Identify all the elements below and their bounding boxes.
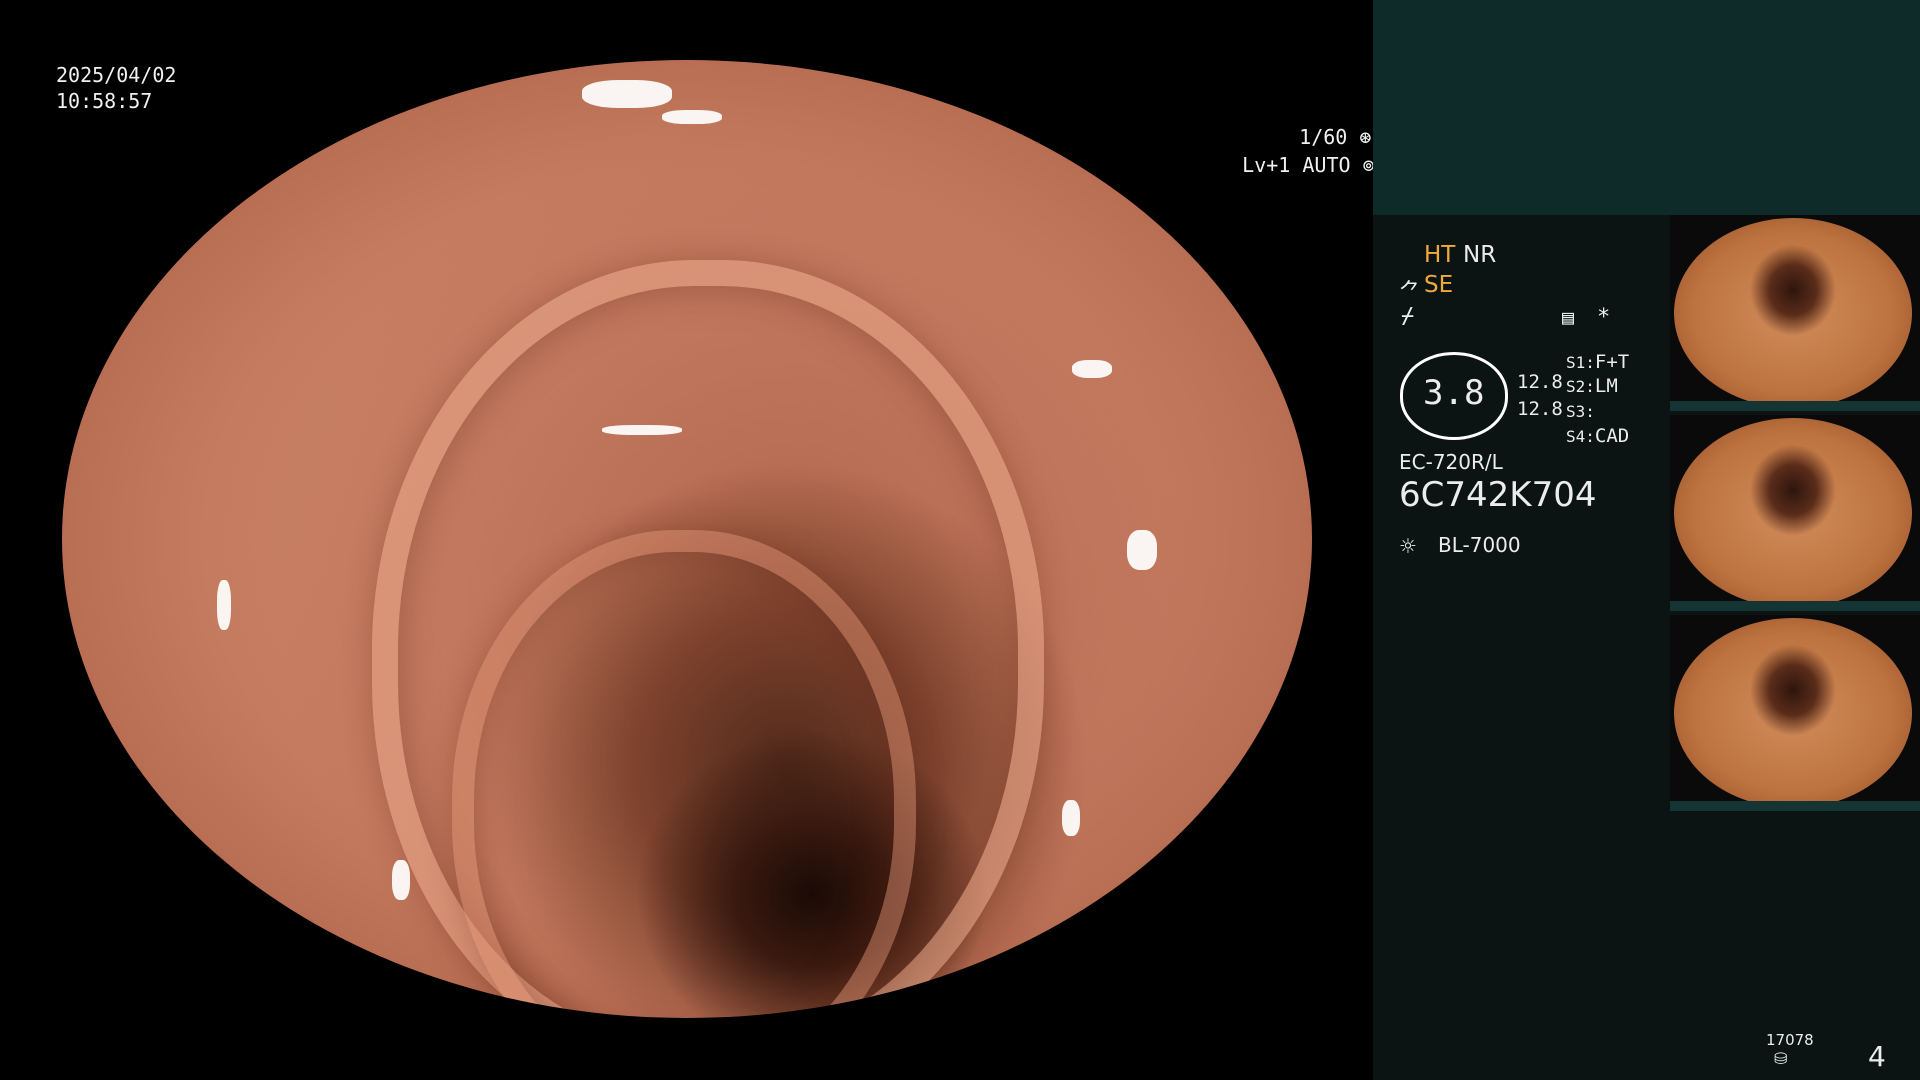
memo-icon: ▤ [1562,305,1575,329]
switch-4-value: CAD [1594,425,1630,447]
light-reflection [1062,800,1080,836]
light-source: BL-7000 [1438,533,1521,557]
switch-2: S2:LM [1566,375,1618,397]
light-reflection [582,80,672,108]
thumbnail-image [1674,618,1912,808]
zoom-gauge-value: 3.8 [1423,373,1485,413]
se-mode: SE [1424,272,1454,298]
structure-enhance-icon: ⺈ [1399,280,1422,305]
switch-4-label: S4: [1566,427,1595,446]
light-reflection [1127,530,1157,570]
thumbnail-bar [1670,601,1920,611]
capture-thumbnail-2[interactable] [1670,415,1920,611]
thumbnail-bar [1670,401,1920,411]
thumbnail-bar [1670,801,1920,811]
light-reflection [392,860,410,900]
signal-icon: ⌿ [1401,304,1415,329]
scope-serial: 6C742K704 [1399,475,1597,515]
thumbnail-image [1674,218,1912,408]
image-count: 17078 [1766,1031,1814,1049]
light-source-icon: ☼ [1400,532,1416,562]
switch-1-label: S1: [1566,353,1595,372]
info-panel: HT NR ⺈ SE ⌿ ▤ * 3.8 12.8 12.8 S1:F+T S2… [1373,0,1920,1080]
switch-3-label: S3: [1566,402,1595,421]
page-number: 4 [1868,1040,1886,1073]
switch-3: S3: [1566,400,1595,422]
light-reflection [1072,360,1112,378]
capture-thumbnail-1[interactable] [1670,215,1920,411]
exam-time: 10:58:57 [56,89,153,113]
gauge-bottom-value: 12.8 [1517,398,1563,420]
scope-model: EC-720R/L [1399,450,1503,474]
auto-iris-icon: ⊚ [1350,153,1373,177]
nr-mode: NR [1463,242,1497,268]
switch-1: S1:F+T [1566,351,1629,373]
exam-date: 2025/04/02 [56,63,177,87]
switch-2-value: LM [1594,375,1618,397]
storage-icon: ⛁ [1774,1049,1788,1068]
thumbnail-image [1674,418,1912,608]
light-reflection [217,580,231,630]
asterisk-icon: * [1597,305,1611,330]
brightness-level: Lv+1 AUTO ⊚ [1194,126,1373,204]
haustral-fold-inner [452,530,916,1018]
panel-header-area [1373,0,1920,215]
switch-2-label: S2: [1566,377,1595,396]
ht-mode: HT [1424,242,1456,268]
colon-lumen-image [62,60,1312,1018]
switch-1-value: F+T [1594,351,1630,373]
brightness-level-value: Lv+1 AUTO [1242,153,1351,177]
switch-4: S4:CAD [1566,425,1629,447]
endoscope-live-view: 2025/04/02 10:58:57 1/60 ⊛ Lv+1 AUTO ⊚ [0,0,1373,1080]
gauge-top-value: 12.8 [1517,371,1563,393]
capture-thumbnail-3[interactable] [1670,615,1920,811]
light-reflection [602,425,682,435]
light-reflection [662,110,722,124]
